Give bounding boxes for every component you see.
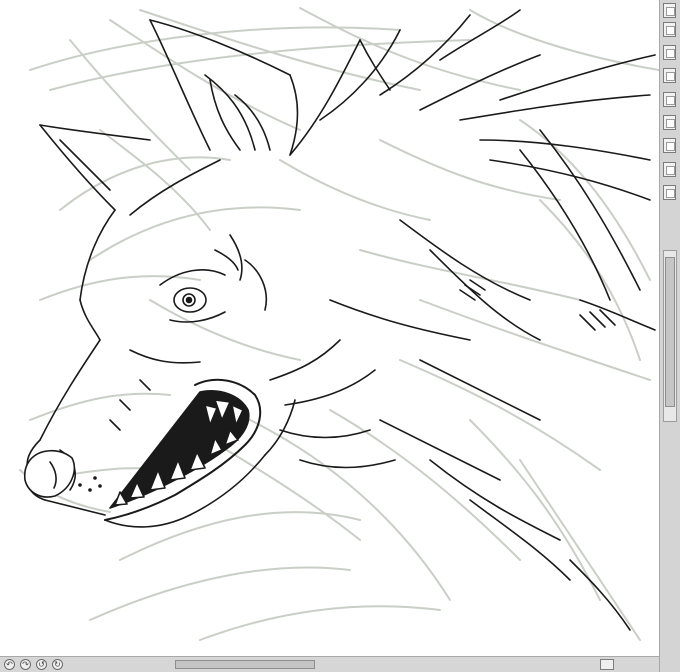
ink-layer (23, 9, 656, 631)
drawing-canvas[interactable] (0, 0, 659, 656)
bottom-status-bar: ↶ ↷ ↺ ↻ (0, 656, 659, 672)
vertical-scrollbar[interactable] (663, 250, 677, 422)
tool-button-4[interactable] (663, 68, 676, 83)
horizontal-scrollbar[interactable] (175, 660, 315, 669)
tool-button-7[interactable] (663, 138, 676, 153)
vertical-scroll-thumb[interactable] (665, 257, 675, 407)
sketch-layer (19, 7, 659, 641)
tool-button-6[interactable] (663, 115, 676, 130)
rotate-right-icon[interactable]: ↻ (52, 659, 63, 670)
tool-button-1[interactable] (663, 3, 676, 18)
redo-icon[interactable]: ↷ (20, 659, 31, 670)
tool-button-2[interactable] (663, 22, 676, 37)
wolf-line-art (19, 7, 659, 641)
tool-button-3[interactable] (663, 45, 676, 60)
tool-button-9[interactable] (663, 185, 676, 200)
undo-icon[interactable]: ↶ (4, 659, 15, 670)
tool-button-8[interactable] (663, 162, 676, 177)
tool-button-5[interactable] (663, 92, 676, 107)
rotate-left-icon[interactable]: ↺ (36, 659, 47, 670)
right-tool-panel (659, 0, 680, 672)
zoom-box[interactable] (600, 659, 614, 670)
